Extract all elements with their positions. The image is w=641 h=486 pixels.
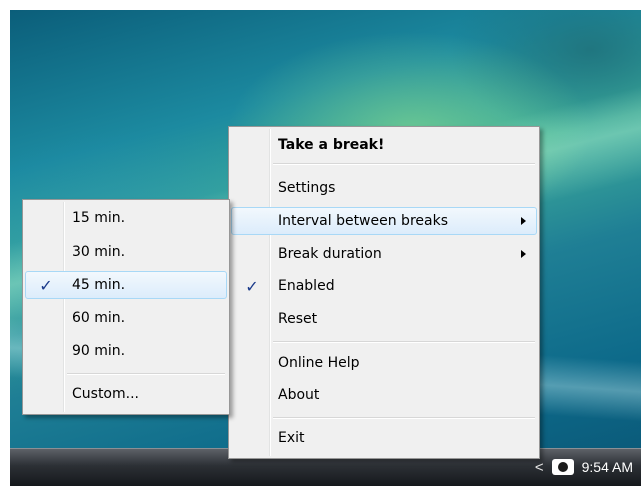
clock[interactable]: 9:54 AM [582,459,633,475]
menu-item-label: 45 min. [72,277,126,293]
menu-item-label: Break duration [278,246,382,262]
menu-item-about[interactable]: About [231,381,537,409]
menu-item-label: Enabled [278,278,335,294]
system-tray: < 9:54 AM [535,456,633,478]
submenu-item-custom[interactable]: Custom... [25,380,227,408]
submenu-item-30-min[interactable]: 30 min. [25,238,227,266]
submenu-item-15-min[interactable]: 15 min. [25,204,227,232]
menu-item-label: About [278,387,320,403]
tray-context-menu: Take a break! Settings Interval between … [228,126,540,459]
menu-item-label: 30 min. [72,244,126,260]
submenu-arrow-icon [521,250,526,258]
menu-item-label: Online Help [278,355,360,371]
checkmark-icon: ✓ [39,275,53,295]
menu-item-label: Custom... [72,386,139,402]
menu-separator [273,163,535,165]
menu-item-break-duration[interactable]: Break duration [231,240,537,268]
menu-item-label: 60 min. [72,310,126,326]
menu-item-label: Exit [278,430,305,446]
menu-item-label: Settings [278,180,336,196]
menu-separator [273,341,535,343]
menu-item-label: Take a break! [278,137,385,153]
submenu-arrow-icon [521,217,526,225]
menu-item-online-help[interactable]: Online Help [231,349,537,377]
submenu-item-45-min[interactable]: ✓ 45 min. [25,271,227,299]
menu-item-reset[interactable]: Reset [231,305,537,333]
checkmark-icon: ✓ [245,276,259,296]
eye-pupil [557,462,568,472]
menu-item-enabled[interactable]: ✓ Enabled [231,272,537,300]
submenu-item-60-min[interactable]: 60 min. [25,304,227,332]
menu-item-interval-between-breaks[interactable]: Interval between breaks [231,207,537,235]
menu-item-label: 90 min. [72,343,126,359]
menu-item-label: Interval between breaks [278,213,448,229]
interval-submenu: 15 min. 30 min. ✓ 45 min. 60 min. 90 min… [22,199,230,415]
submenu-item-90-min[interactable]: 90 min. [25,337,227,365]
eye-icon[interactable] [551,459,574,475]
menu-item-label: Reset [278,311,318,327]
menu-item-take-a-break[interactable]: Take a break! [231,131,537,159]
menu-item-settings[interactable]: Settings [231,174,537,202]
menu-item-label: 15 min. [72,210,126,226]
menu-separator [67,373,225,375]
menu-item-exit[interactable]: Exit [231,424,537,452]
show-hidden-icons-button[interactable]: < [535,459,544,476]
menu-separator [273,417,535,419]
